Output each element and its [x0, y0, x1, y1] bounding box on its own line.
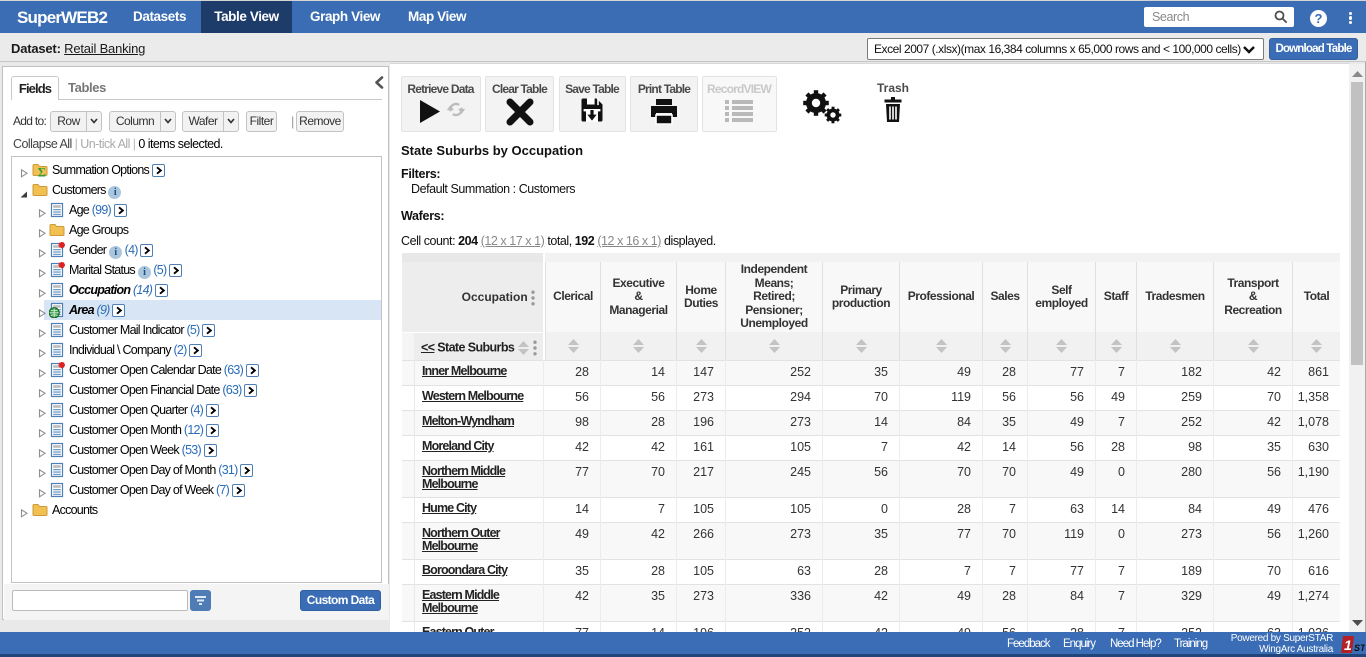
svg-text:ST: ST [1354, 643, 1365, 653]
svg-text:1: 1 [1344, 637, 1352, 653]
svg-text:Σ: Σ [38, 166, 46, 179]
